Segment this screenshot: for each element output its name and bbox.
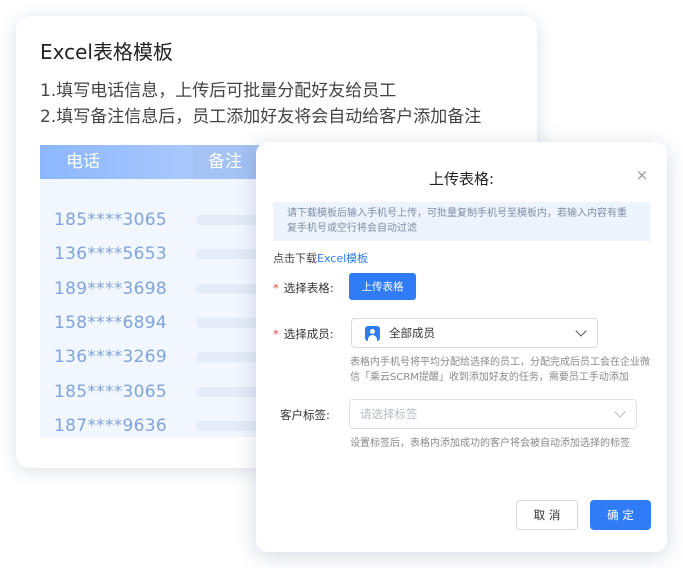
phone-cell: 158****6894 [54,313,168,333]
table-row: 185****3065 [40,203,278,237]
upload-table-button[interactable]: 上传表格 [349,273,416,300]
chevron-down-icon [614,406,626,418]
phone-cell: 189****3698 [54,279,168,299]
close-icon[interactable]: × [635,168,649,183]
phone-cell: 136****5653 [54,244,168,264]
download-prefix: 点击下载 [273,252,317,265]
header-phone: 电话 [40,145,193,179]
download-template-line: 点击下载Excel模板 [273,250,368,266]
table-row: 187****9636 [40,409,278,437]
tag-help-text: 设置标签后，表格内添加成功的客户将会被自动添加选择的标签 [350,438,630,449]
chevron-down-icon [575,325,587,337]
table-row: 189****3698 [40,272,278,306]
upload-table-dialog: 上传表格: × 请下载模板后输入手机号上传，可批量复制手机号至模板内，若输入内容… [256,142,667,552]
phone-cell: 185****3065 [54,382,168,402]
table-row: 136****5653 [40,237,278,271]
phone-cell: 136****3269 [54,347,168,367]
table-row: 185****3065 [40,375,278,409]
user-avatar-icon [365,326,380,341]
table-header: 电话 备注 [40,145,278,179]
template-instruction-1: 1.填写电话信息，上传后可批量分配好友给员工 [40,81,397,101]
select-table-label: * 选择表格: [273,281,334,295]
member-select[interactable]: 全部成员 [351,318,598,348]
dialog-title: 上传表格: [428,170,495,188]
tag-select[interactable]: 请选择标签 [349,399,637,429]
table-row: 136****3269 [40,340,278,374]
template-instruction-2: 2.填写备注信息后，员工添加好友将会自动给客户添加备注 [40,107,482,127]
download-template-link[interactable]: Excel模板 [317,252,368,265]
table-row: 158****6894 [40,306,278,340]
phone-cell: 185****3065 [54,210,168,230]
template-title: Excel表格模板 [40,40,173,64]
customer-tag-label: 客户标签: [280,408,330,422]
member-select-value: 全部成员 [389,326,435,340]
template-preview-table: 电话 备注 185****3065 136****5653 189****369… [40,145,278,437]
required-mark: * [273,281,279,295]
upload-tip: 请下载模板后输入手机号上传，可批量复制手机号至模板内，若输入内容有重复手机号或空… [273,202,650,241]
tag-select-placeholder: 请选择标签 [360,407,418,421]
member-help-text: 表格内手机号将平均分配给选择的员工，分配完成后员工会在企业微信「乘云SCRM提醒… [350,357,650,383]
required-mark: * [273,327,279,341]
confirm-button[interactable]: 确 定 [590,500,651,530]
phone-cell: 187****9636 [54,416,168,436]
select-member-label: * 选择成员: [273,327,334,341]
cancel-button[interactable]: 取 消 [516,500,578,530]
